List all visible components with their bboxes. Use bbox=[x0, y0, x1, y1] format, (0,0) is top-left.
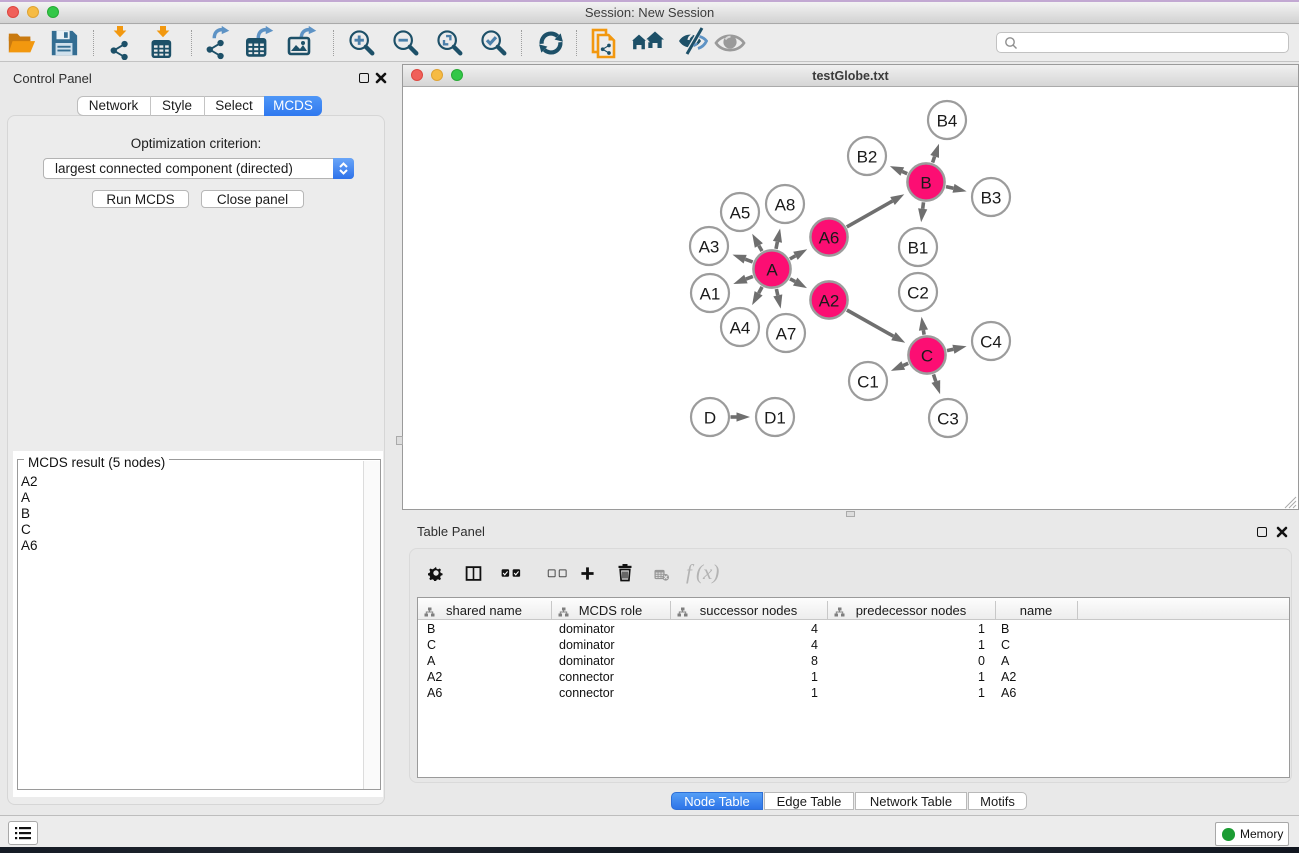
svg-text:A4: A4 bbox=[730, 319, 751, 338]
svg-text:B: B bbox=[920, 174, 931, 193]
svg-text:A1: A1 bbox=[700, 285, 721, 304]
svg-text:B4: B4 bbox=[937, 112, 958, 131]
svg-text:A6: A6 bbox=[819, 229, 840, 248]
svg-text:A5: A5 bbox=[730, 204, 751, 223]
svg-text:A3: A3 bbox=[699, 238, 720, 257]
svg-text:B2: B2 bbox=[857, 148, 878, 167]
svg-text:D1: D1 bbox=[764, 409, 786, 428]
svg-text:C1: C1 bbox=[857, 373, 879, 392]
svg-text:A8: A8 bbox=[775, 196, 796, 215]
svg-text:A7: A7 bbox=[776, 325, 797, 344]
svg-text:D: D bbox=[704, 409, 716, 428]
svg-text:A: A bbox=[766, 261, 778, 280]
svg-text:B3: B3 bbox=[981, 189, 1002, 208]
svg-text:C: C bbox=[921, 347, 933, 366]
svg-text:C4: C4 bbox=[980, 333, 1002, 352]
svg-text:A2: A2 bbox=[819, 292, 840, 311]
svg-text:C2: C2 bbox=[907, 284, 929, 303]
svg-text:C3: C3 bbox=[937, 410, 959, 429]
svg-text:B1: B1 bbox=[908, 239, 929, 258]
